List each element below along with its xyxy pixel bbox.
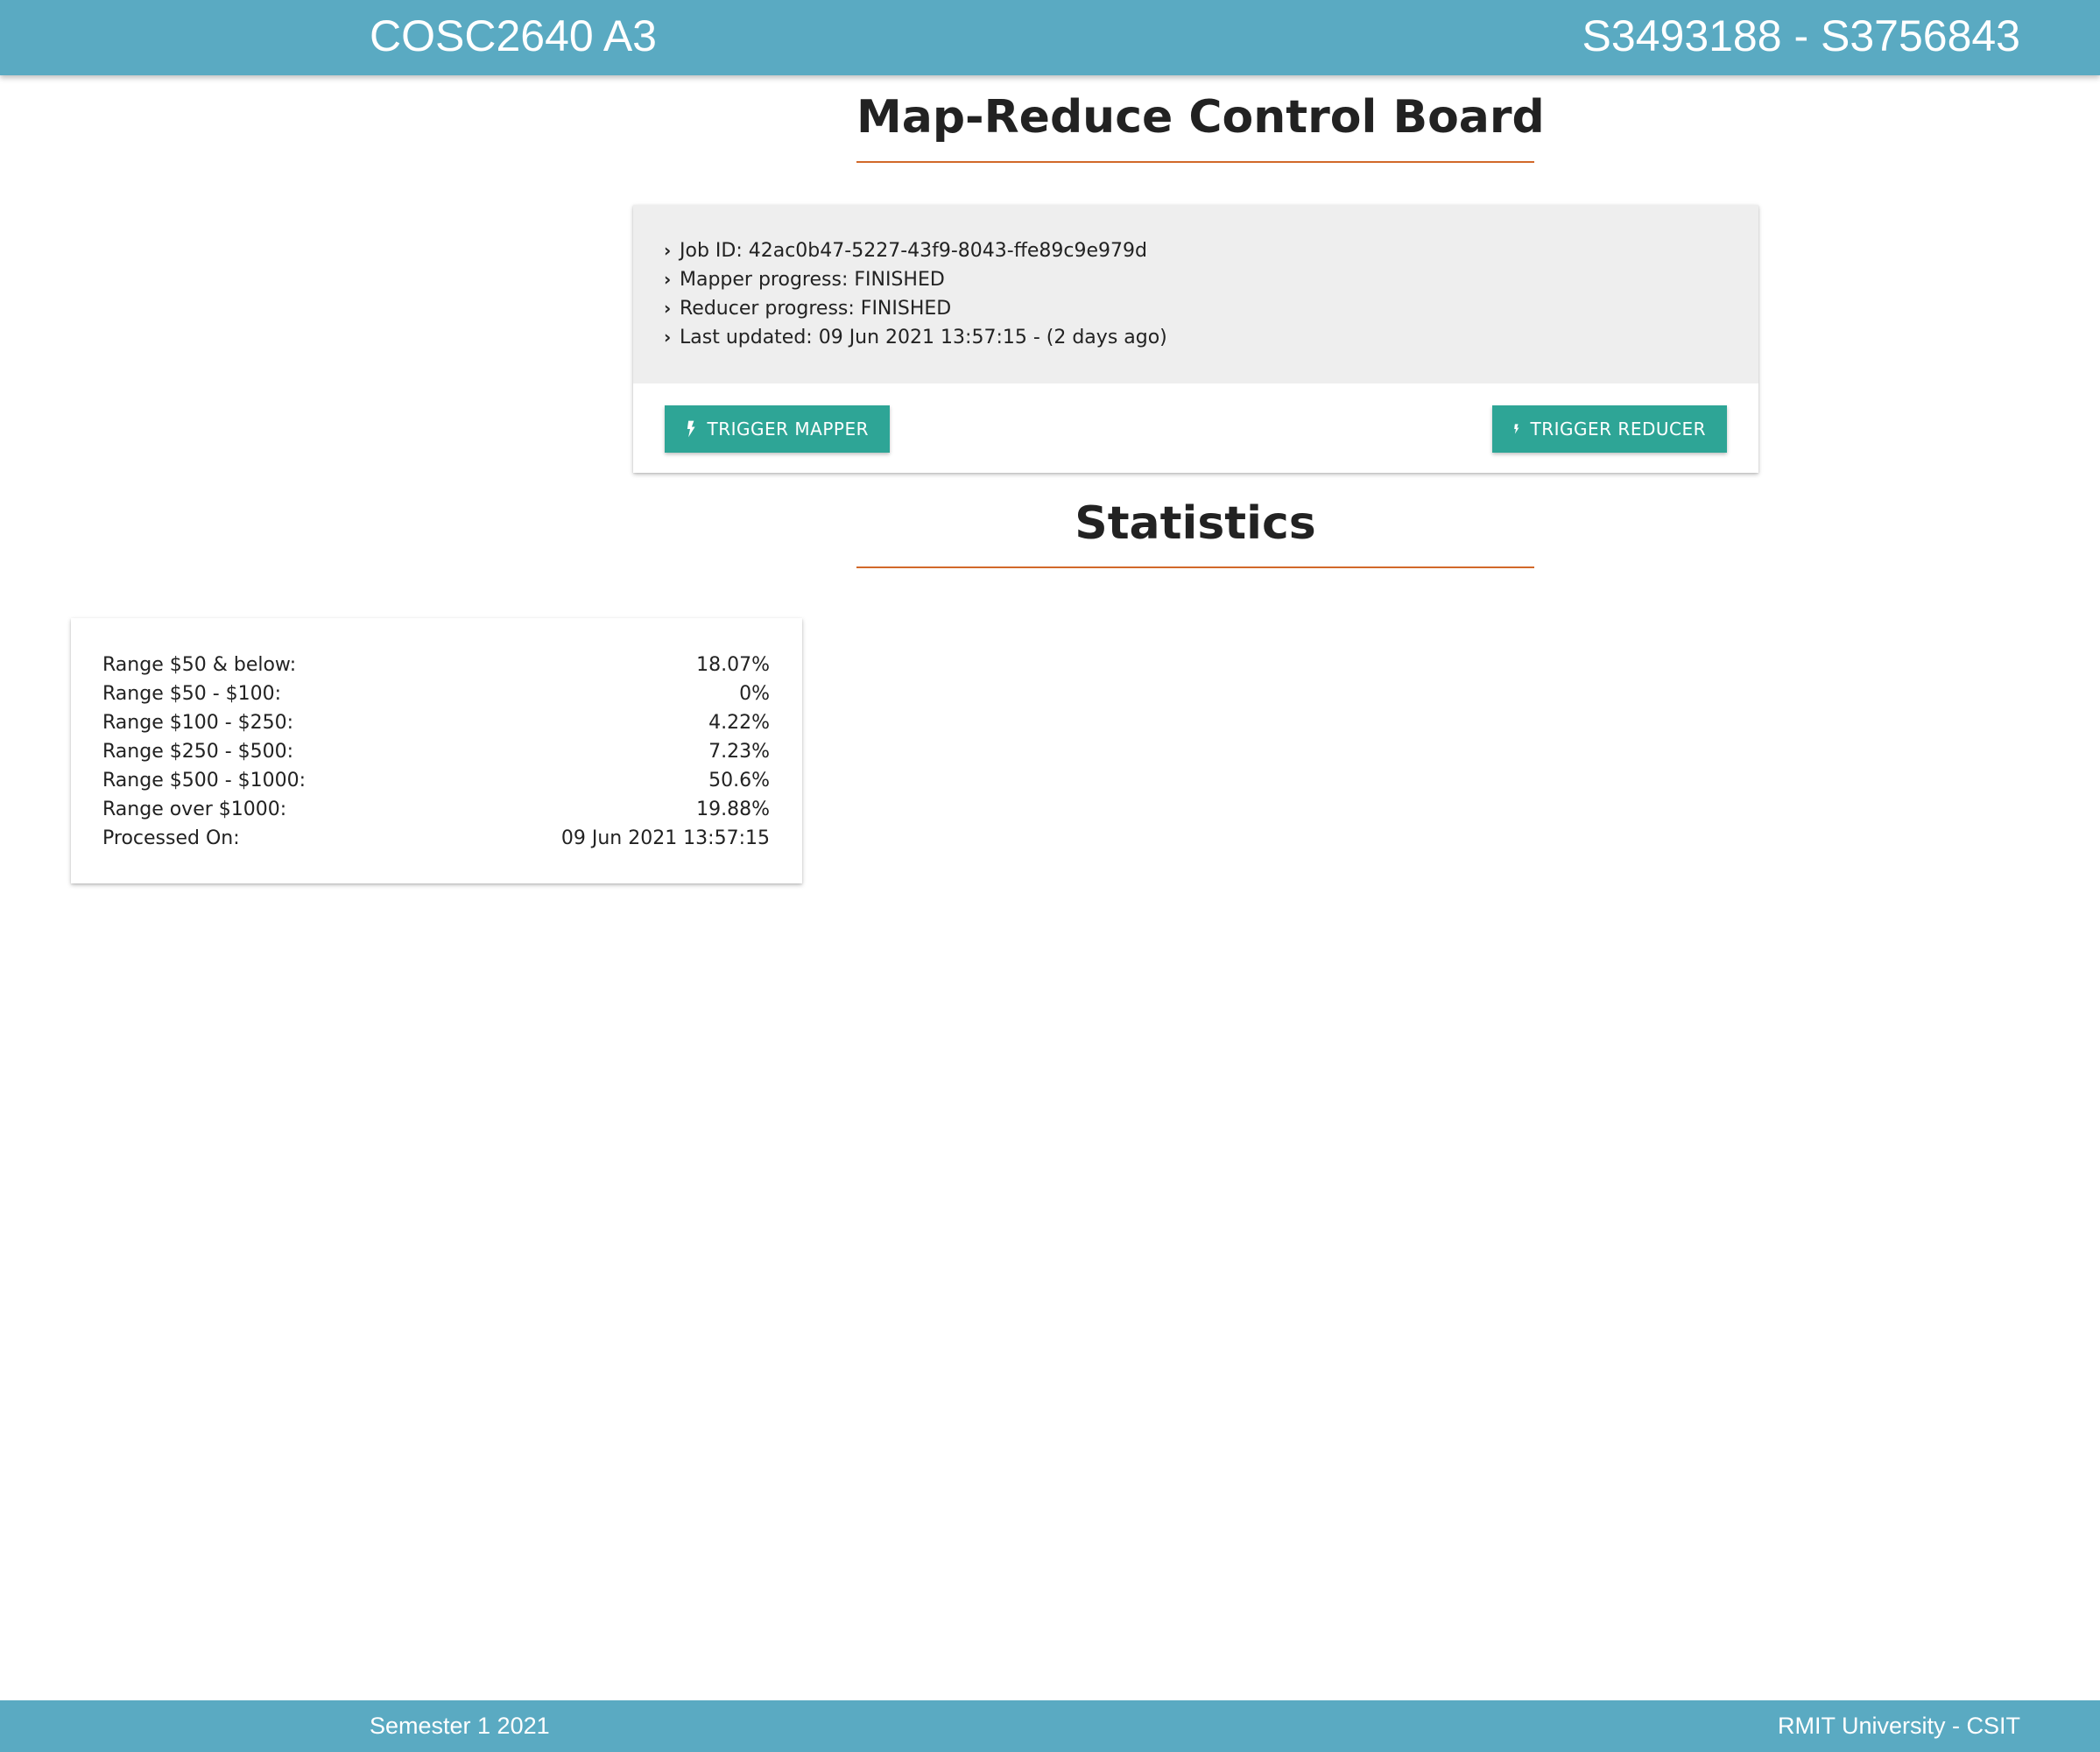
table-row: Range $100 - $250: 4.22%	[102, 708, 770, 737]
stat-value: 18.07%	[696, 654, 770, 676]
chevron-right-icon: ›	[664, 269, 672, 290]
trigger-reducer-label: TRIGGER REDUCER	[1530, 419, 1706, 440]
job-info-panel: › Job ID: 42ac0b47-5227-43f9-8043-ffe89c…	[633, 205, 1758, 383]
stat-label: Range over $1000:	[102, 799, 287, 820]
last-updated-item: › Last updated: 09 Jun 2021 13:57:15 - (…	[664, 323, 1167, 352]
stat-value: 0%	[739, 683, 770, 705]
table-row: Range $500 - $1000: 50.6%	[102, 766, 770, 795]
reducer-progress-item: › Reducer progress: FINISHED	[664, 294, 1167, 323]
stat-value: 50.6%	[708, 770, 770, 792]
stat-label: Range $100 - $250:	[102, 712, 294, 734]
stat-value: 19.88%	[696, 799, 770, 820]
chevron-right-icon: ›	[664, 298, 672, 319]
stat-label: Range $50 & below:	[102, 654, 297, 676]
statistics-table: Range $50 & below: 18.07% Range $50 - $1…	[102, 651, 770, 853]
table-row: Range over $1000: 19.88%	[102, 795, 770, 824]
page-footer: Semester 1 2021 RMIT University - CSIT	[0, 1700, 2100, 1752]
processed-on-value: 09 Jun 2021 13:57:15	[560, 827, 770, 849]
mapper-progress-item: › Mapper progress: FINISHED	[664, 265, 1167, 294]
footer-semester: Semester 1 2021	[370, 1713, 550, 1739]
title-divider	[856, 161, 1534, 163]
job-id-item: › Job ID: 42ac0b47-5227-43f9-8043-ffe89c…	[664, 236, 1167, 265]
student-ids: S3493188 - S3756843	[1582, 11, 2020, 60]
reducer-progress-text: Reducer progress: FINISHED	[680, 298, 952, 320]
table-row: Range $50 - $100: 0%	[102, 679, 770, 708]
trigger-reducer-button[interactable]: TRIGGER REDUCER	[1492, 405, 1727, 453]
statistics-divider	[856, 566, 1534, 568]
top-nav-bar: COSC2640 A3 S3493188 - S3756843	[0, 0, 2100, 75]
statistics-title: Statistics	[1075, 497, 1316, 550]
stat-label: Range $500 - $1000:	[102, 770, 307, 792]
table-row: Range $250 - $500: 7.23%	[102, 737, 770, 766]
statistics-card: Range $50 & below: 18.07% Range $50 - $1…	[71, 618, 802, 883]
chevron-right-icon: ›	[664, 327, 672, 348]
job-control-card: › Job ID: 42ac0b47-5227-43f9-8043-ffe89c…	[633, 205, 1758, 473]
page-title: Map-Reduce Control Board	[856, 91, 1545, 144]
stat-label: Range $50 - $100:	[102, 683, 282, 705]
trigger-mapper-button[interactable]: TRIGGER MAPPER	[665, 405, 890, 453]
chevron-right-icon: ›	[664, 240, 672, 261]
stat-value: 4.22%	[708, 712, 770, 734]
table-row: Range $50 & below: 18.07%	[102, 651, 770, 679]
stat-value: 7.23%	[708, 741, 770, 763]
lightning-bolt-icon	[687, 420, 695, 438]
stat-label: Range $250 - $500:	[102, 741, 294, 763]
job-id-text: Job ID: 42ac0b47-5227-43f9-8043-ffe89c9e…	[680, 240, 1148, 262]
footer-university: RMIT University - CSIT	[1777, 1713, 2020, 1739]
last-updated-text: Last updated: 09 Jun 2021 13:57:15 - (2 …	[680, 327, 1167, 348]
trigger-mapper-label: TRIGGER MAPPER	[707, 419, 869, 440]
mapper-progress-text: Mapper progress: FINISHED	[680, 269, 945, 291]
processed-on-label: Processed On:	[102, 827, 240, 849]
job-info-list: › Job ID: 42ac0b47-5227-43f9-8043-ffe89c…	[664, 236, 1167, 352]
lightning-bolt-icon	[1514, 424, 1519, 434]
table-row: Processed On: 09 Jun 2021 13:57:15	[102, 824, 770, 853]
brand-title[interactable]: COSC2640 A3	[370, 12, 657, 60]
